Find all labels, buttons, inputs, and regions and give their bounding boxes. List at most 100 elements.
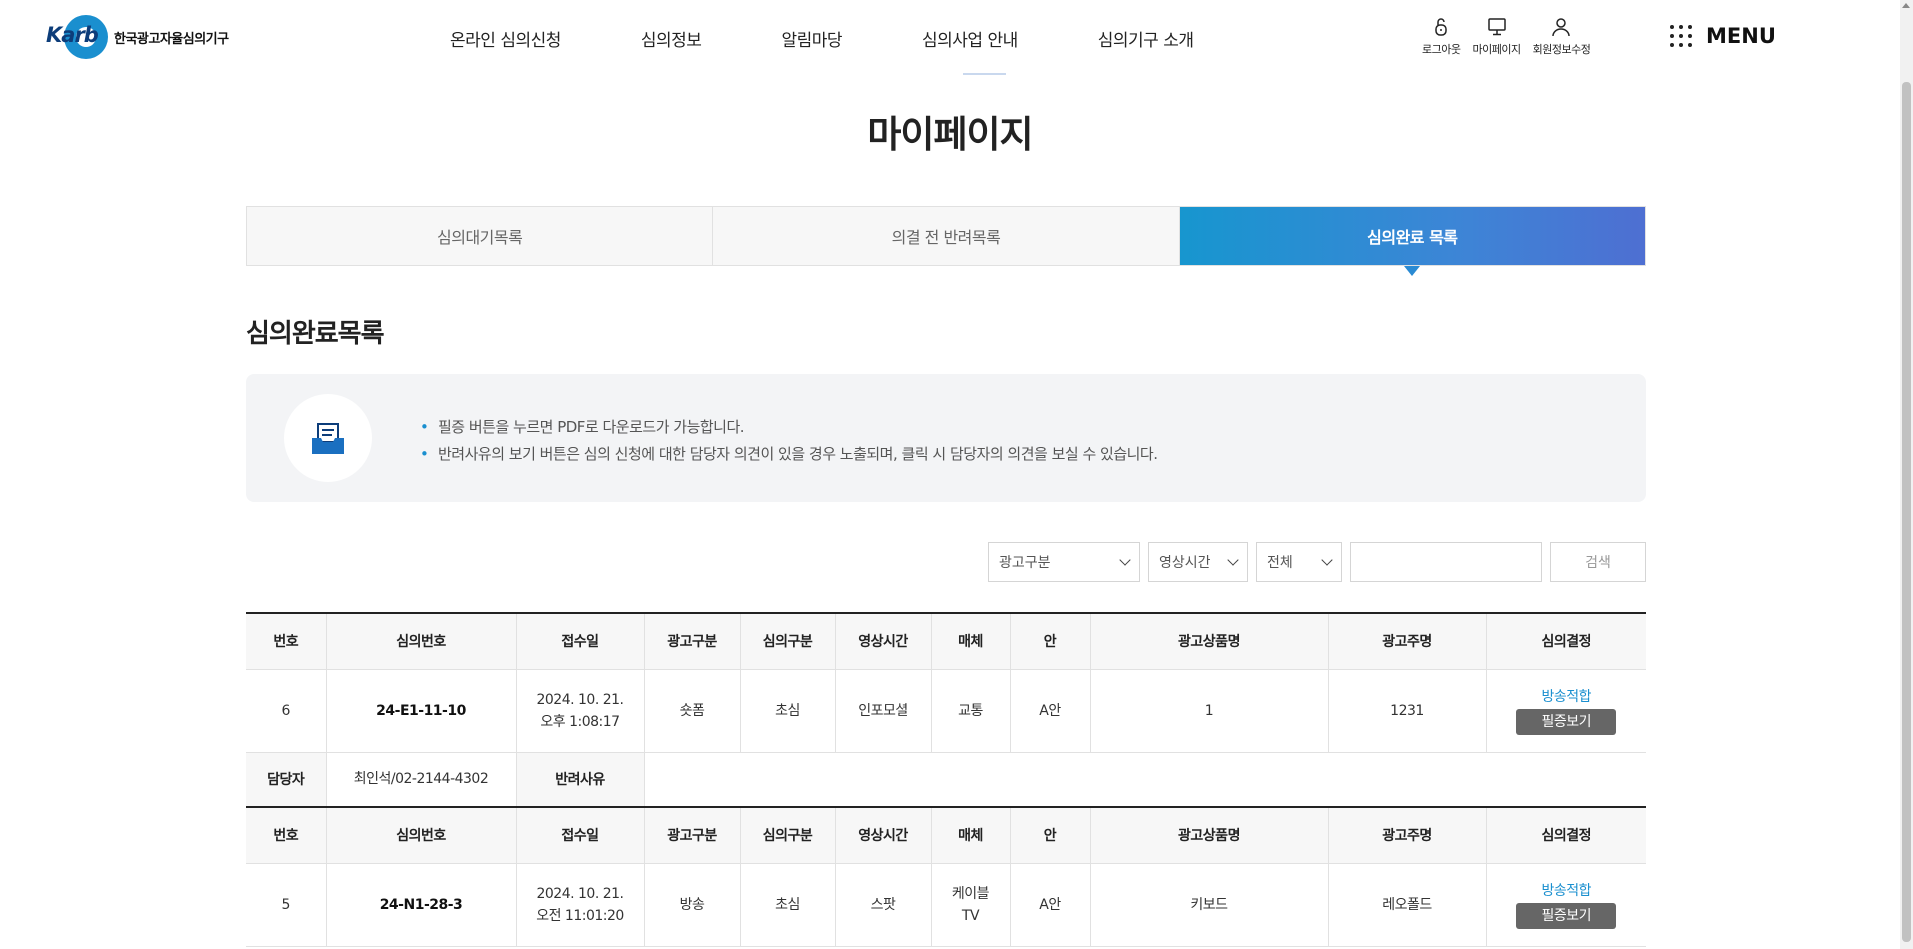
col-header: 접수일 [515,612,645,670]
mypage-label: 마이페이지 [1472,43,1521,56]
ad-type-select-value: 광고구분 [999,555,1051,571]
scroll-up-arrow-icon[interactable] [1902,3,1910,8]
active-tab-pointer-icon [1404,266,1420,276]
nav-indicator [963,73,1006,75]
col-header: 심의구분 [739,806,836,864]
duration-select-value: 영상시간 [1159,555,1211,571]
cell-advertiser: 1231 [1327,668,1487,753]
cell-no: 5 [246,862,327,947]
decision-link[interactable]: 방송적합 [1541,687,1591,707]
col-header: 번호 [246,612,327,670]
cell-no: 6 [246,668,327,753]
cell-ad-type: 숏폼 [643,668,741,753]
edit-profile-label: 회원정보수정 [1532,43,1591,56]
scope-select-value: 전체 [1267,555,1293,571]
chevron-down-icon [1321,554,1333,566]
info-item-pdf: 필증 버튼을 누르면 PDF로 다운로드가 가능합니다. [420,414,1158,441]
tab-completed-list[interactable]: 심의완료 목록 [1179,207,1645,265]
menu-label: MENU [1706,24,1776,48]
info-list: 필증 버튼을 누르면 PDF로 다운로드가 가능합니다. 반려사유의 보기 버튼… [420,414,1158,468]
cell-decision: 방송적합 필증보기 [1485,862,1646,947]
cell-date: 2024. 10. 21. 오전 11:01:20 [515,862,645,947]
col-header: 광고주명 [1327,612,1487,670]
completed-review-table: 번호 심의번호 접수일 광고구분 심의구분 영상시간 매체 안 광고상품명 광고… [246,612,1646,947]
view-certificate-button[interactable]: 필증보기 [1516,708,1617,735]
main-nav: 온라인 심의신청 심의정보 알림마당 심의사업 안내 심의기구 소개 [450,26,1194,51]
cell-product: 키보드 [1089,862,1329,947]
chevron-down-icon [1119,554,1131,566]
utility-menu: 로그아웃 마이페이지 회원정보수정 [1422,16,1602,57]
col-header: 매체 [930,806,1011,864]
grid-menu-icon [1670,25,1692,47]
table-row: 5 24-N1-28-3 2024. 10. 21. 오전 11:01:20 방… [246,862,1646,947]
cell-plan: A안 [1009,862,1091,947]
reject-reason-label: 반려사유 [515,751,645,808]
decision-link[interactable]: 방송적합 [1541,881,1591,901]
col-header: 광고구분 [643,612,741,670]
col-header: 심의결정 [1485,806,1646,864]
nav-online-application[interactable]: 온라인 심의신청 [450,26,561,51]
cell-review-no: 24-E1-11-10 [325,668,517,753]
view-certificate-button[interactable]: 필증보기 [1516,902,1617,929]
col-header: 안 [1009,612,1091,670]
media-line: TV [961,907,980,924]
edit-profile-button[interactable]: 회원정보수정 [1533,16,1591,57]
mypage-tabs: 심의대기목록 의결 전 반려목록 심의완료 목록 [246,206,1646,266]
lock-icon [1435,18,1447,36]
scope-select[interactable]: 전체 [1256,542,1342,582]
scroll-thumb[interactable] [1902,82,1911,942]
col-header: 영상시간 [834,806,932,864]
cell-review-type: 초심 [739,668,836,753]
logout-button[interactable]: 로그아웃 [1422,16,1461,57]
col-header: 심의구분 [739,612,836,670]
mypage-button[interactable]: 마이페이지 [1472,16,1521,57]
col-header: 번호 [246,806,327,864]
col-header: 영상시간 [834,612,932,670]
site-logo[interactable]: Karb 한국광고자율심의기구 [46,15,229,59]
nav-notice[interactable]: 알림마당 [781,26,842,51]
search-input[interactable] [1350,542,1542,582]
date-line: 2024. 10. 21. [536,691,624,708]
cell-review-type: 초심 [739,862,836,947]
nav-business-guide[interactable]: 심의사업 안내 [922,26,1018,51]
page-scrollbar[interactable] [1900,0,1913,949]
logout-label: 로그아웃 [1422,43,1461,56]
col-header: 심의결정 [1485,612,1646,670]
date-line: 2024. 10. 21. [536,885,624,902]
document-tray-icon [312,423,344,454]
chevron-down-icon [1227,554,1239,566]
cell-plan: A안 [1009,668,1091,753]
col-header: 접수일 [515,806,645,864]
time-line: 오후 1:08:17 [540,713,620,730]
col-header: 심의번호 [325,612,517,670]
info-icon-wrapper [284,394,372,482]
manager-row: 담당자 최인석/02-2144-4302 반려사유 [246,751,1646,808]
table-header-row: 번호 심의번호 접수일 광고구분 심의구분 영상시간 매체 안 광고상품명 광고… [246,612,1646,670]
logo-mark: Karb [46,15,110,59]
cell-advertiser: 레오폴드 [1327,862,1487,947]
col-header: 심의번호 [325,806,517,864]
info-box: 필증 버튼을 누르면 PDF로 다운로드가 가능합니다. 반려사유의 보기 버튼… [246,374,1646,502]
tab-returned-list[interactable]: 의결 전 반려목록 [713,207,1180,265]
logo-org-name: 한국광고자율심의기구 [114,31,229,47]
nav-about[interactable]: 심의기구 소개 [1098,26,1194,51]
cell-duration: 인포모셜 [834,668,932,753]
user-icon [1552,18,1571,37]
search-button[interactable]: 검색 [1550,542,1646,582]
nav-review-info[interactable]: 심의정보 [641,26,702,51]
page-title: 마이페이지 [867,113,1033,156]
tab-pending-list[interactable]: 심의대기목록 [247,207,714,265]
media-line: 케이블 [951,885,990,902]
cell-decision: 방송적합 필증보기 [1485,668,1646,753]
monitor-icon [1487,18,1506,36]
duration-select[interactable]: 영상시간 [1148,542,1248,582]
ad-type-select[interactable]: 광고구분 [988,542,1140,582]
all-menu-button[interactable]: MENU [1670,24,1776,48]
cell-manager: 최인석/02-2144-4302 [325,751,517,808]
cell-reject-reason [643,751,1646,808]
logo-text: Karb [46,23,99,47]
time-line: 오전 11:01:20 [536,907,624,924]
manager-label: 담당자 [246,751,327,808]
site-header: Karb 한국광고자율심의기구 온라인 심의신청 심의정보 알림마당 심의사업 … [0,0,1900,75]
cell-product: 1 [1089,668,1329,753]
